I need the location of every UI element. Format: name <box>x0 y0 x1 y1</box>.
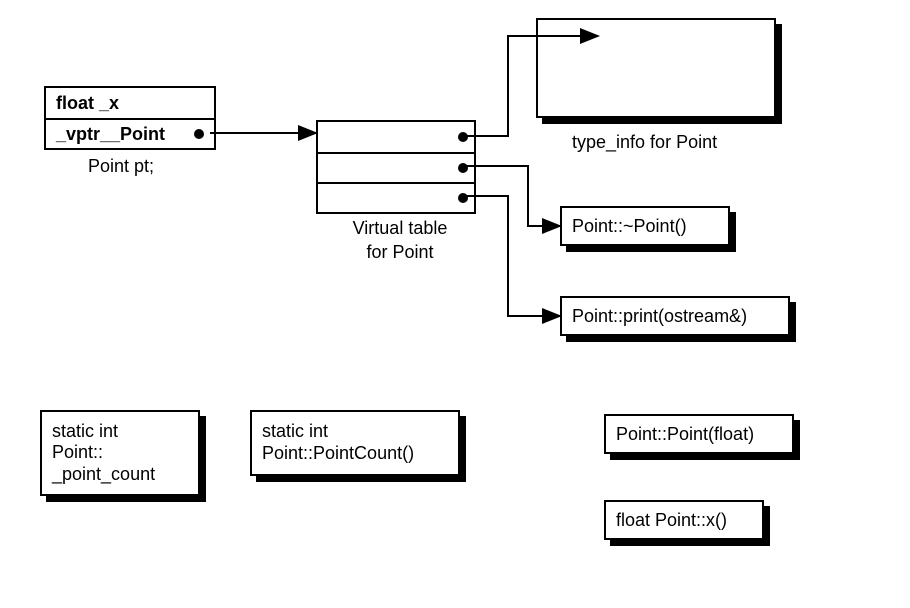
static-var-box: static int Point:: _point_count <box>40 410 200 496</box>
box-label: Point::Point(float) <box>616 424 754 445</box>
dtor-box: Point::~Point() <box>560 206 730 246</box>
diagram-canvas: float _x _vptr__Point Point pt; Virtual … <box>0 0 910 608</box>
vtable-caption-1: Virtual table <box>330 218 470 239</box>
point-row-float-x: float _x <box>46 88 214 118</box>
virtual-table-box <box>316 120 476 214</box>
vtable-slot-2 <box>318 182 474 212</box>
point-object-box: float _x _vptr__Point <box>44 86 216 150</box>
pointer-origin-dot-icon <box>194 129 204 139</box>
vtable-caption-2: for Point <box>330 242 470 263</box>
vtable-slot-0 <box>318 122 474 152</box>
box-line: _point_count <box>52 464 155 486</box>
vtable-slot-1 <box>318 152 474 182</box>
box-line: Point:: <box>52 442 103 464</box>
box-line: static int <box>262 421 328 443</box>
print-box: Point::print(ostream&) <box>560 296 790 336</box>
box-label: Point::print(ostream&) <box>572 306 747 327</box>
point-object-caption: Point pt; <box>88 156 154 177</box>
ctor-box: Point::Point(float) <box>604 414 794 454</box>
box-line: Point::PointCount() <box>262 443 414 465</box>
box-label: Point::~Point() <box>572 216 687 237</box>
point-row-vptr: _vptr__Point <box>46 118 214 148</box>
pointer-origin-dot-icon <box>458 163 468 173</box>
point-row-label: float _x <box>56 93 119 114</box>
pointer-origin-dot-icon <box>458 132 468 142</box>
static-fn-box: static int Point::PointCount() <box>250 410 460 476</box>
type-info-caption: type_info for Point <box>572 132 717 153</box>
box-label: float Point::x() <box>616 510 727 531</box>
pointer-origin-dot-icon <box>458 193 468 203</box>
point-row-label: _vptr__Point <box>56 124 165 145</box>
box-line: static int <box>52 421 118 443</box>
x-fn-box: float Point::x() <box>604 500 764 540</box>
type-info-box <box>536 18 776 118</box>
